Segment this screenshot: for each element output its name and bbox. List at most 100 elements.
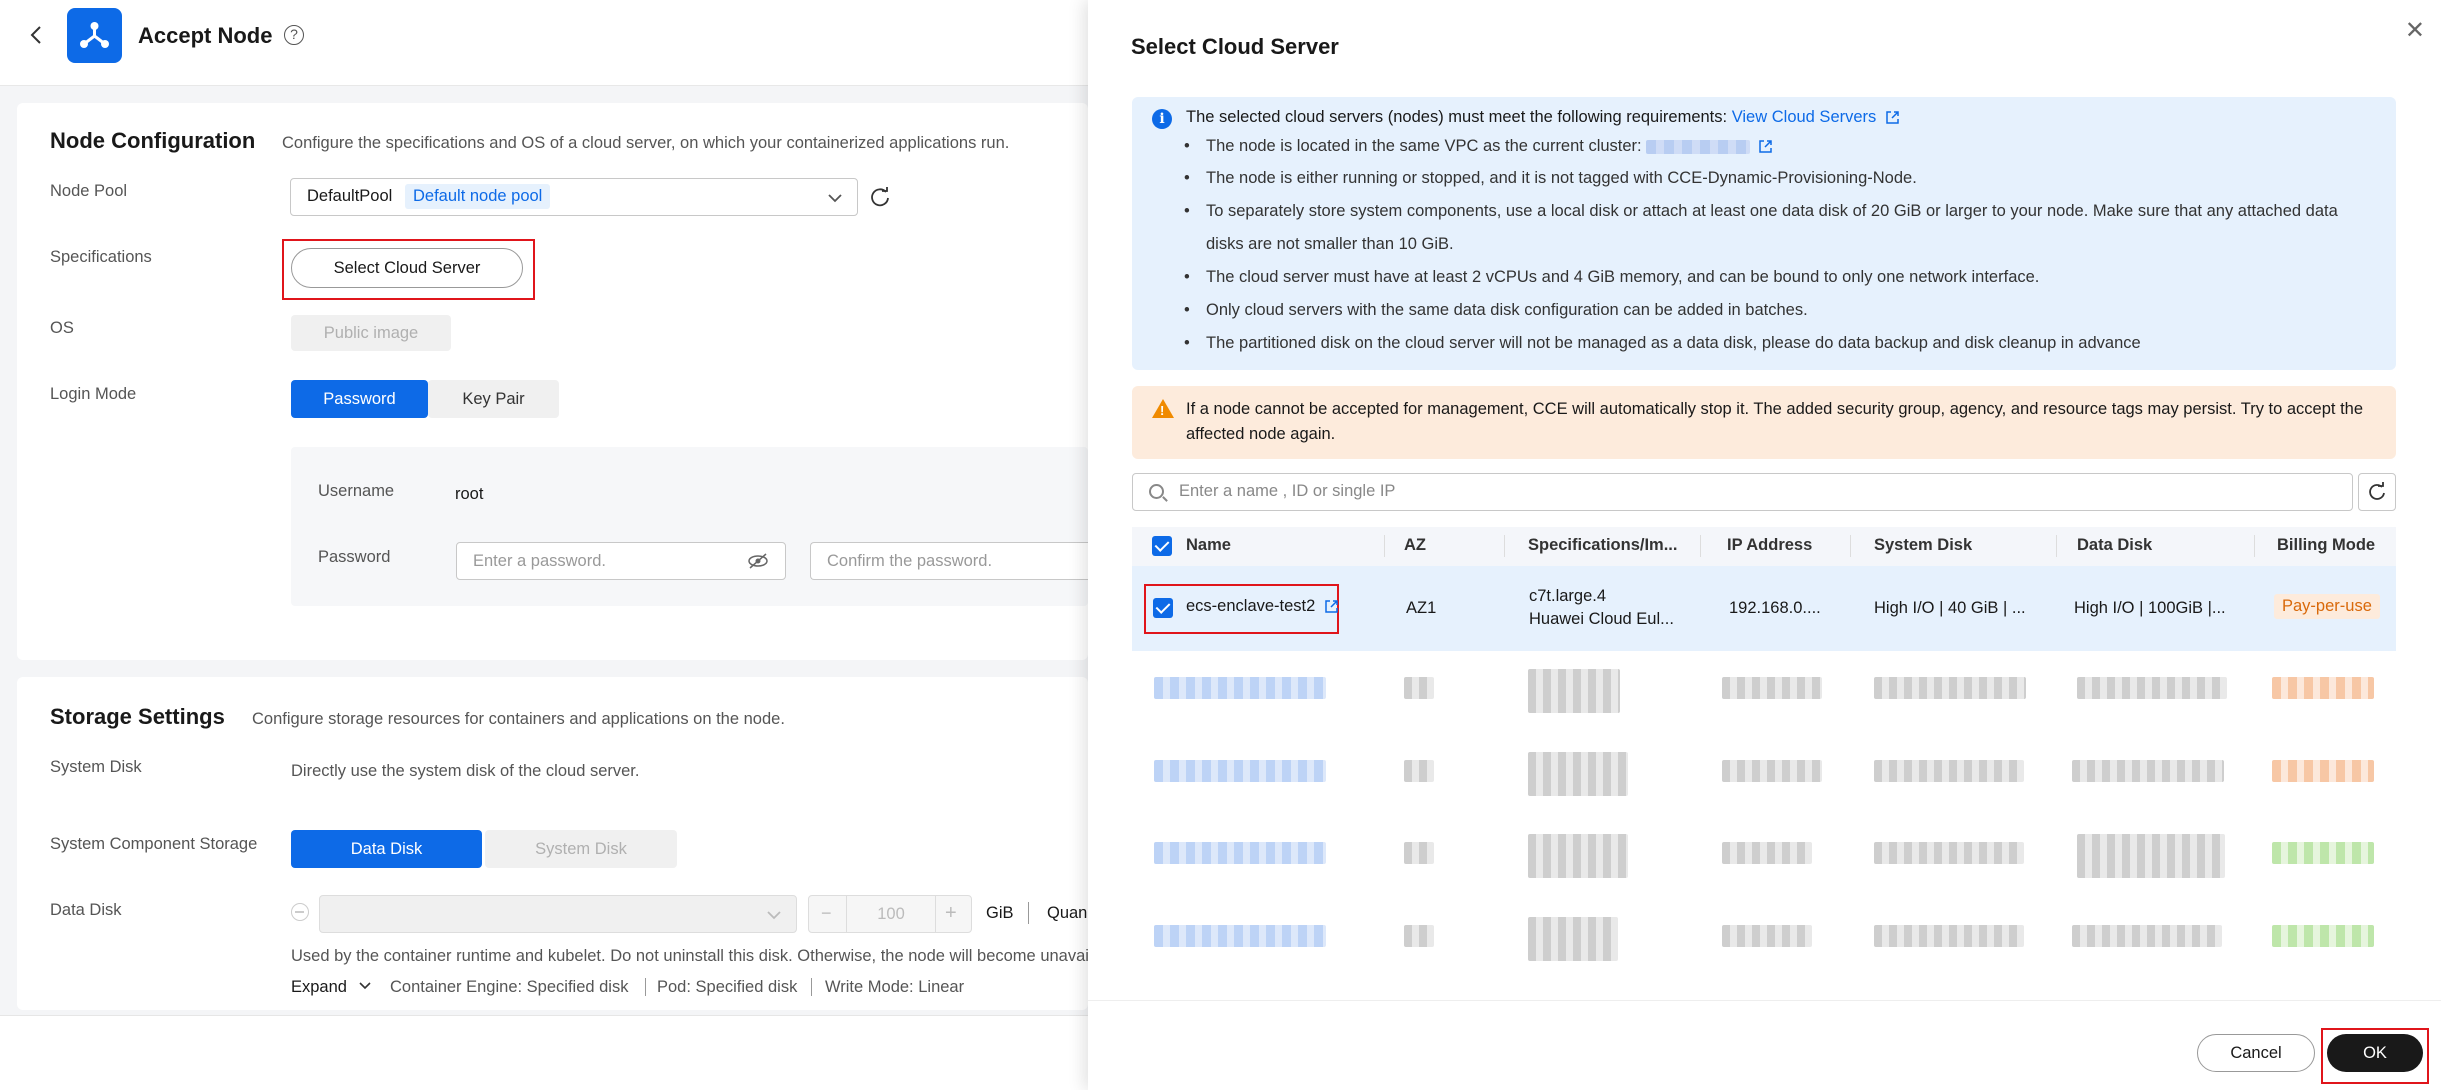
quantity-label: Quan xyxy=(1047,904,1088,922)
expand-toggle[interactable]: Expand xyxy=(291,978,372,997)
row-checkbox[interactable] xyxy=(1153,598,1173,618)
billing-mode-badge: Pay-per-use xyxy=(2274,594,2380,619)
requirement-text-continued: disks are not smaller than 10 GiB. xyxy=(1206,235,1454,253)
node-pool-label: Node Pool xyxy=(50,182,128,200)
blurred-az xyxy=(1404,677,1434,699)
column-header-specifications[interactable]: Specifications/Im... xyxy=(1528,536,1677,555)
table-row-blurred[interactable] xyxy=(1132,665,2396,725)
chevron-down-icon xyxy=(828,194,842,203)
pod-info: Pod: Specified disk xyxy=(657,978,798,996)
warning-icon: ! xyxy=(1152,399,1174,418)
requirements-heading-text: The selected cloud servers (nodes) must … xyxy=(1186,108,1728,126)
external-link-icon[interactable] xyxy=(1758,139,1773,154)
cancel-button[interactable]: Cancel xyxy=(2197,1034,2315,1072)
external-link-icon xyxy=(1325,600,1338,613)
blurred-name xyxy=(1154,677,1326,699)
table-row-blurred[interactable] xyxy=(1132,830,2396,890)
blurred-ip xyxy=(1722,925,1812,947)
drawer-title: Select Cloud Server xyxy=(1131,34,1339,59)
blurred-data-disk xyxy=(2072,925,2222,947)
system-disk-option[interactable]: System Disk xyxy=(485,830,677,868)
server-name-link[interactable]: ecs-enclave-test2 xyxy=(1186,597,1339,616)
login-credentials-panel: Username root Password Enter a password.… xyxy=(291,447,1088,606)
server-image: Huawei Cloud Eul... xyxy=(1529,610,1674,628)
blurred-data-disk xyxy=(2077,677,2227,699)
eye-off-icon[interactable] xyxy=(747,553,769,569)
column-header-billing[interactable]: Billing Mode xyxy=(2277,536,2375,555)
disk-size-stepper[interactable]: − 100 + xyxy=(808,895,972,933)
remove-disk-icon[interactable] xyxy=(291,903,309,921)
refresh-icon xyxy=(2369,482,2385,500)
server-data-disk: High I/O | 100GiB |... xyxy=(2074,599,2226,617)
select-cloud-server-button[interactable]: Select Cloud Server xyxy=(291,248,523,288)
system-disk-desc: Directly use the system disk of the clou… xyxy=(291,762,640,780)
blurred-az xyxy=(1404,925,1434,947)
server-az: AZ1 xyxy=(1406,599,1437,617)
help-icon[interactable]: ? xyxy=(284,25,304,45)
requirements-info-box: i The selected cloud servers (nodes) mus… xyxy=(1132,97,2396,370)
warning-box: ! If a node cannot be accepted for manag… xyxy=(1132,386,2396,459)
table-row-blurred[interactable] xyxy=(1132,913,2396,973)
requirement-item: To separately store system components, u… xyxy=(1184,202,2338,221)
chevron-down-icon xyxy=(358,982,371,990)
confirm-password-placeholder: Confirm the password. xyxy=(827,552,993,570)
confirm-password-input[interactable]: Confirm the password. xyxy=(810,542,1088,580)
refresh-button[interactable] xyxy=(2358,473,2396,511)
column-divider xyxy=(1700,535,1701,557)
column-header-az[interactable]: AZ xyxy=(1404,536,1426,555)
column-header-ip[interactable]: IP Address xyxy=(1727,536,1812,555)
default-pool-tag: Default node pool xyxy=(405,184,551,209)
password-placeholder: Enter a password. xyxy=(473,552,606,570)
info-icon: i xyxy=(1152,109,1172,129)
back-arrow-icon[interactable] xyxy=(24,22,50,48)
warning-text: If a node cannot be accepted for managem… xyxy=(1186,400,2364,443)
increment-icon[interactable]: + xyxy=(945,902,957,925)
node-pool-select[interactable]: DefaultPool Default node pool xyxy=(290,178,858,216)
stepper-divider xyxy=(935,896,936,932)
username-label: Username xyxy=(318,482,395,500)
blurred-system-disk xyxy=(1874,677,2026,699)
login-mode-label: Login Mode xyxy=(50,385,137,403)
column-header-data-disk[interactable]: Data Disk xyxy=(2077,536,2152,555)
view-cloud-servers-label: View Cloud Servers xyxy=(1731,108,1877,126)
blurred-az xyxy=(1404,842,1434,864)
column-header-name[interactable]: Name xyxy=(1186,536,1231,555)
search-icon xyxy=(1149,484,1164,499)
login-password-option[interactable]: Password xyxy=(291,380,428,418)
password-label: Password xyxy=(318,548,391,566)
column-header-system-disk[interactable]: System Disk xyxy=(1874,536,1972,555)
node-config-desc: Configure the specifications and OS of a… xyxy=(282,134,1010,152)
column-divider xyxy=(1504,535,1505,557)
close-icon[interactable]: ✕ xyxy=(2405,16,2425,45)
node-pool-value: DefaultPool xyxy=(307,187,393,205)
requirement-item: The cloud server must have at least 2 vC… xyxy=(1184,268,2039,287)
blurred-billing xyxy=(2272,842,2374,864)
server-search-input[interactable]: Enter a name , ID or single IP xyxy=(1132,473,2353,511)
username-value: root xyxy=(455,485,484,503)
data-disk-option[interactable]: Data Disk xyxy=(291,830,482,868)
blurred-name xyxy=(1154,842,1326,864)
blurred-name xyxy=(1154,760,1326,782)
column-divider xyxy=(1850,535,1851,557)
public-image-button[interactable]: Public image xyxy=(291,315,451,351)
password-input[interactable]: Enter a password. xyxy=(456,542,786,580)
blurred-ip xyxy=(1722,760,1822,782)
data-disk-label: Data Disk xyxy=(50,901,122,919)
disk-type-select[interactable] xyxy=(319,895,797,933)
select-all-checkbox[interactable] xyxy=(1152,536,1172,556)
divider xyxy=(811,978,812,996)
view-cloud-servers-link[interactable]: View Cloud Servers xyxy=(1732,108,1900,126)
masked-cluster-name xyxy=(1645,139,1750,154)
requirement-item: The partitioned disk on the cloud server… xyxy=(1184,334,2141,353)
divider xyxy=(645,978,646,996)
requirement-text: The node is located in the same VPC as t… xyxy=(1206,137,1642,155)
requirement-item: The node is located in the same VPC as t… xyxy=(1184,137,1773,156)
storage-desc: Configure storage resources for containe… xyxy=(252,710,785,728)
login-keypair-option[interactable]: Key Pair xyxy=(428,380,559,418)
blurred-billing xyxy=(2272,760,2374,782)
table-row-blurred[interactable] xyxy=(1132,748,2396,808)
blurred-billing xyxy=(2272,925,2374,947)
ok-button[interactable]: OK xyxy=(2327,1034,2423,1072)
refresh-icon[interactable] xyxy=(869,186,891,208)
column-divider xyxy=(2254,535,2255,557)
